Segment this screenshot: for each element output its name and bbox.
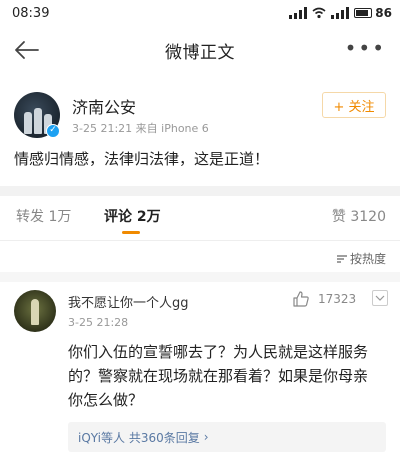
comment-menu-button[interactable] (372, 290, 388, 306)
section-divider (0, 186, 400, 196)
status-time: 08:39 (12, 5, 50, 21)
post-meta: 3-25 21:21 来自 iPhone 6 (72, 122, 209, 135)
active-tab-indicator (122, 231, 140, 234)
status-bar: 08:39 86 (0, 0, 400, 26)
tab-repost[interactable]: 转发 1万 (16, 206, 71, 226)
reply-summary: iQYi等人 共360条回复 (78, 430, 200, 445)
back-arrow-icon[interactable] (10, 34, 42, 66)
comment-time: 3-25 21:28 (68, 316, 129, 329)
comments-divider (0, 272, 400, 282)
tab-like[interactable]: 赞 3120 (332, 206, 386, 226)
nav-bar: 微博正文 ••• (0, 26, 400, 74)
post-author-name[interactable]: 济南公安 (72, 94, 136, 118)
thumbs-up-icon[interactable] (292, 290, 310, 308)
sort-control[interactable]: 按热度 (336, 250, 386, 267)
comment-text: 你们入伍的宣誓哪去了？为人民就是这样服务的？警察就在现场就在那看着？如果是你母亲… (68, 343, 369, 409)
wifi-icon (312, 7, 326, 19)
sort-icon (336, 255, 347, 263)
signal-icon-2 (331, 7, 350, 19)
battery-level: 86 (375, 6, 392, 20)
battery-icon: 86 (354, 6, 392, 20)
status-icons: 86 (289, 6, 392, 20)
tabs-divider (0, 240, 400, 241)
verified-badge-icon: ✓ (46, 124, 60, 138)
follow-button[interactable]: + 关注 (322, 92, 386, 118)
chevron-right-icon: › (203, 430, 209, 444)
commenter-name[interactable]: 我不愿让你一个人gg (68, 292, 189, 311)
sort-label: 按热度 (349, 252, 386, 266)
view-replies-link[interactable]: iQYi等人 共360条回复 › (68, 422, 386, 452)
comment-like-count: 17323 (318, 292, 357, 306)
tab-comment[interactable]: 评论 2万 (104, 206, 161, 226)
commenter-avatar[interactable] (14, 290, 56, 332)
page-title: 微博正文 (165, 42, 235, 63)
post-text: 情感归情感，法律归法律，这是正道！ (14, 150, 270, 168)
post-tabs: 转发 1万 评论 2万 赞 3120 (0, 196, 400, 238)
chevron-down-icon (375, 295, 385, 301)
more-options-icon[interactable]: ••• (345, 38, 386, 58)
signal-icon (289, 7, 308, 19)
